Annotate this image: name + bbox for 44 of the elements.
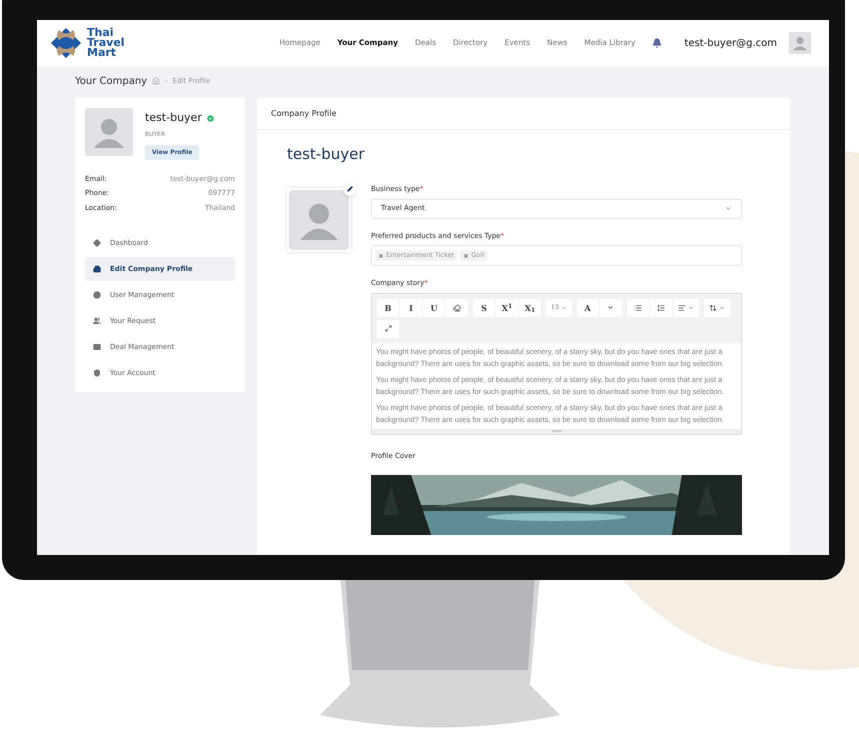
logo-text: Thai [87, 28, 114, 38]
user-email[interactable]: test-buyer@g.com [684, 36, 777, 50]
shield-icon [93, 369, 101, 377]
expand-icon [384, 325, 392, 332]
format-button[interactable]: S [473, 298, 495, 316]
eraser-icon [453, 304, 461, 312]
logo-text: Mart [87, 48, 116, 58]
users-icon [93, 317, 101, 325]
remove-icon[interactable] [378, 252, 384, 258]
profile-name: test-buyer [145, 110, 202, 126]
pencil-icon [347, 186, 353, 192]
line-height-button[interactable] [704, 298, 730, 316]
format-button[interactable]: X$_{1}$ [519, 298, 541, 316]
bullet-list-icon [634, 304, 642, 312]
card-title: Company Profile [271, 108, 336, 120]
format-button[interactable]: I [400, 298, 422, 316]
eraser-button[interactable] [446, 298, 468, 316]
edit-avatar-button[interactable] [343, 182, 357, 196]
chevron-down-icon [725, 205, 732, 212]
format-button[interactable]: U [423, 298, 445, 316]
caret-icon [607, 304, 614, 311]
caret-icon [560, 304, 567, 310]
breadcrumb-title: Your Company [75, 74, 148, 88]
diamond-icon [93, 239, 101, 247]
user-avatar [789, 32, 811, 54]
company-heading: test-buyer [287, 145, 365, 163]
rich-text-editor[interactable] [371, 292, 742, 434]
caret-icon [718, 304, 725, 310]
logo-icon [49, 26, 83, 60]
profile-avatar [85, 108, 133, 156]
format-button[interactable]: B [377, 298, 399, 316]
bullet-list-button[interactable] [626, 298, 649, 316]
align-icon [678, 304, 686, 312]
remove-icon[interactable] [463, 252, 470, 258]
align-button[interactable] [672, 298, 699, 316]
bell-icon[interactable] [652, 38, 662, 48]
highlight-button[interactable]: A [576, 298, 599, 316]
company-avatar [289, 190, 349, 250]
numbered-list-icon [656, 304, 665, 312]
format-button[interactable]: X$^{1}$ [496, 298, 518, 316]
numbered-list-button[interactable] [650, 298, 672, 316]
caret-icon [688, 304, 694, 310]
up-down-arrow-icon [708, 304, 717, 312]
logo-text: Travel [87, 38, 125, 48]
